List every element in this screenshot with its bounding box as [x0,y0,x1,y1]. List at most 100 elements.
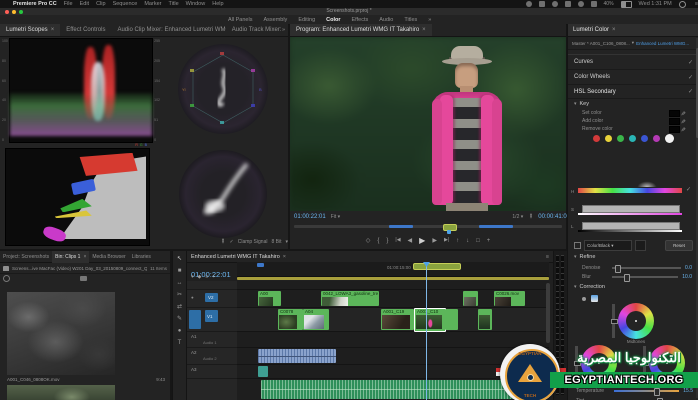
scopes-settings-wrench-icon[interactable]: ✎ [219,237,228,246]
menu-clip[interactable]: Clip [96,1,105,7]
tab-effect-controls[interactable]: Effect Controls [60,24,111,36]
timeline-clip[interactable]: C0078 [278,309,303,330]
tab-overflow-icon[interactable]: » [282,27,288,33]
temperature-slider[interactable] [614,388,680,396]
program-settings-wrench-icon[interactable]: ✎ [527,212,536,221]
disclosure-triangle-icon[interactable]: ▾ [574,101,577,107]
track-a1[interactable] [237,332,549,348]
minimize-window-button[interactable] [12,10,16,14]
program-timecode[interactable]: 01:00:22:01 [294,214,326,220]
magenta-dot[interactable] [653,135,660,142]
close-icon[interactable]: × [283,254,286,260]
timeline-clip[interactable] [478,309,492,330]
panel-menu-icon[interactable]: ≡ [546,254,549,260]
blur-value[interactable]: 10.0 [682,274,692,280]
spotlight-search-icon[interactable] [678,0,686,8]
track-a3[interactable] [237,365,549,379]
cyan-dot[interactable] [629,135,636,142]
close-icon[interactable]: × [51,27,55,33]
zoom-window-button[interactable] [19,10,23,14]
work-area-bar[interactable] [237,277,549,280]
correction-section-header[interactable]: ▾ Correction [574,284,605,290]
add-color-eyedropper-icon[interactable]: ✎ [679,118,686,123]
button-editor-icon[interactable]: + [487,238,491,244]
workspace-effects[interactable]: Effects [352,17,369,23]
type-tool-icon[interactable]: T [178,340,182,346]
app-status-icon[interactable] [538,1,545,7]
program-scrubber[interactable] [294,223,562,234]
clamp-signal-label[interactable]: Clamp Signal [238,239,268,245]
section-curves[interactable]: Curves ✓ [568,54,698,70]
timeline-clip[interactable]: A04 [303,309,329,330]
bin-path[interactable]: Screens...ive MacFac (Video) W201 Day_03… [12,266,147,271]
menu-marker[interactable]: Marker [144,1,161,7]
luma-range-slider[interactable]: L [571,222,682,235]
denoise-value[interactable]: 0.0 [685,265,692,271]
temperature-value[interactable]: 15.5 [683,388,693,394]
track-header-v2[interactable]: V2 ● [187,290,237,308]
clip-thumbnail-rock[interactable] [7,292,115,375]
white-dot[interactable] [665,134,674,143]
selection-tool-icon[interactable]: ↖ [177,256,182,262]
timeline-clip-selected[interactable]: A001_C10 [414,308,446,332]
hand-tool-icon[interactable]: ● [178,328,182,334]
lock-icon[interactable]: ● [191,295,194,300]
search-icon[interactable] [3,274,10,282]
section-color-wheels[interactable]: Color Wheels ✓ [568,70,698,85]
blur-slider[interactable] [612,274,679,282]
notification-icon[interactable] [551,1,558,7]
menu-edit[interactable]: Edit [80,1,89,7]
clip-filename[interactable]: A001_C046_0808OK.mov [7,377,60,382]
snap-icon[interactable]: ▾ [191,275,194,280]
close-icon[interactable]: × [422,27,426,33]
close-window-button[interactable] [5,10,9,14]
denoise-slider[interactable] [612,265,682,273]
timeline-clip[interactable]: A00 [258,291,281,306]
workspace-titles[interactable]: Titles [404,17,417,23]
midtones-level-slider[interactable] [611,304,618,338]
tab-audio-clip-mixer[interactable]: Audio Clip Mixer: Enhanced Lumetri WMG I… [111,24,225,36]
track-a4[interactable] [237,379,549,400]
lift-icon[interactable]: ↑ [456,238,459,244]
red-dot[interactable] [593,135,600,142]
sync-status-icon[interactable] [525,1,532,7]
tab-program-monitor[interactable]: Program: Enhanced Lumetri WMG IT Takahir… [290,24,432,36]
track-header-a4[interactable] [187,379,237,400]
disclosure-triangle-icon[interactable]: ▾ [574,284,577,290]
matte-mode-dropdown[interactable]: Color/Black ▾ [584,240,632,251]
audio-clip-teal[interactable] [258,366,268,377]
caret-down-icon[interactable]: ▾ [632,40,634,46]
timeline-playhead[interactable] [423,262,430,400]
razor-tool-icon[interactable]: ✂ [177,292,182,298]
track-select-tool-icon[interactable]: ■ [178,268,182,274]
menu-clock[interactable]: Wed 1:31 PM [639,1,672,7]
workspace-all-panels[interactable]: All Panels [228,17,252,23]
bin-icon[interactable] [3,265,9,271]
track-header-a3[interactable]: A3 [187,365,237,379]
resolution-dropdown[interactable]: 1/2 ▾ [512,214,523,220]
disclosure-triangle-icon[interactable]: ▾ [574,254,577,260]
master-clip-label[interactable]: Master * A001_C106_0808... [572,41,630,46]
navigate-bin-icon[interactable] [80,275,87,281]
display-icon[interactable] [564,1,571,7]
shadows-color-wheel[interactable] [581,345,617,381]
bit-depth-value[interactable]: 8 Bit [271,239,281,245]
track-header-a1[interactable]: A1 Audio 1 [187,332,237,348]
bit-depth-caret-icon[interactable]: ▾ [285,239,288,245]
play-button-icon[interactable]: ▶ [419,236,425,245]
slip-tool-icon[interactable]: ⇄ [177,304,182,310]
track-header-v3[interactable] [187,281,237,290]
timeline-settings-icon[interactable]: ≡ [205,275,208,280]
close-icon[interactable]: × [612,27,616,33]
key-section-header[interactable]: ▾ Key [568,99,698,109]
highlights-color-wheel[interactable] [649,345,685,381]
menu-help[interactable]: Help [212,1,223,7]
menu-app-name[interactable]: Premiere Pro CC [13,1,57,7]
track-header-v1[interactable]: V1 [187,308,237,332]
blue-dot[interactable] [641,135,648,142]
tab-lumetri-color[interactable]: Lumetri Color [573,27,609,33]
go-to-in-icon[interactable]: |◀ [395,238,400,243]
clip-thumbnail-person[interactable] [7,385,115,400]
tab-sequence[interactable]: Enhanced Lumetri WMG IT Takahiro [191,254,280,260]
invert-mask-icon[interactable] [635,240,646,251]
